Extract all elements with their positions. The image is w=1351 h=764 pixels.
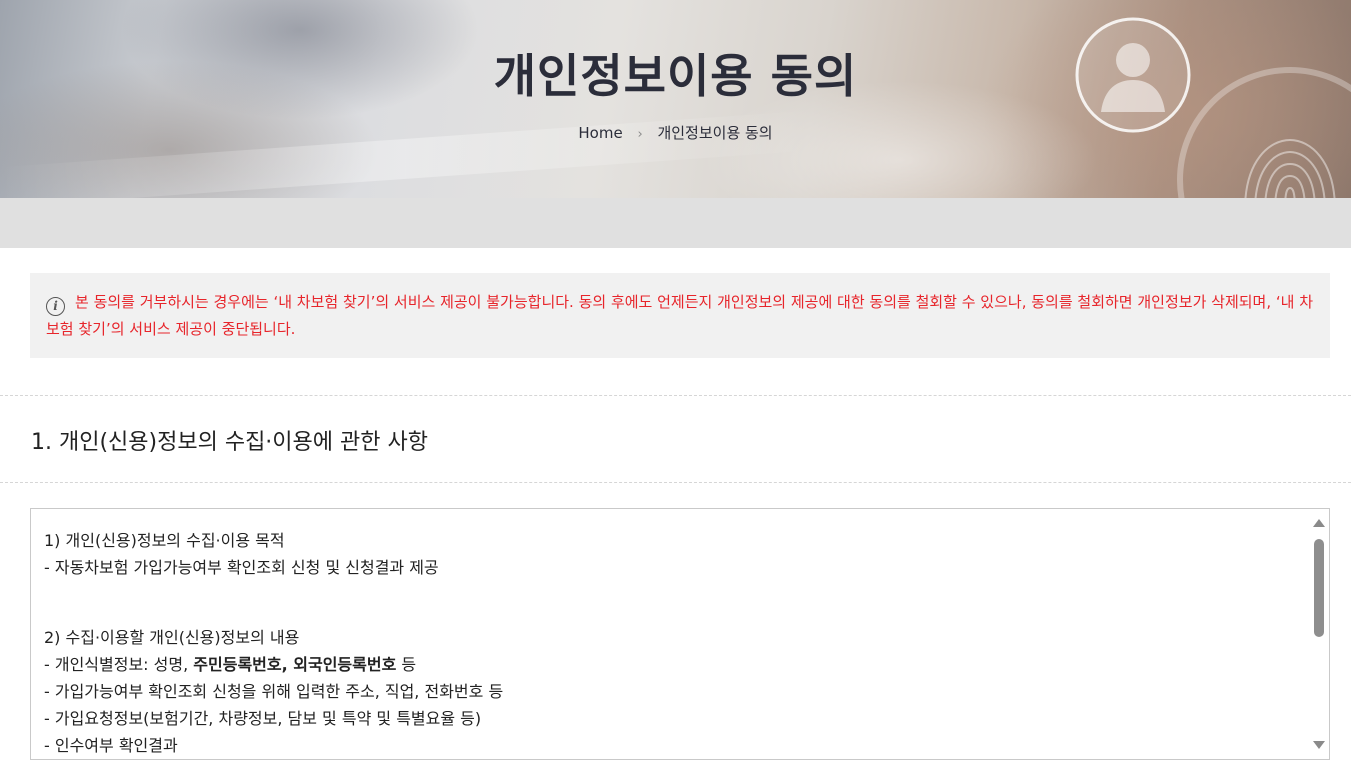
terms-item-text: - 개인식별정보: 성명, [44, 655, 194, 674]
sub-nav-bar [0, 198, 1351, 248]
terms-item-bold-text: 주민등록번호, 외국인등록번호 [193, 655, 397, 674]
scrollbar-thumb[interactable] [1314, 539, 1324, 637]
notice-box: i본 동의를 거부하시는 경우에는 ‘내 차보험 찾기’의 서비스 제공이 불가… [30, 273, 1330, 358]
terms-scroll-box[interactable]: 1) 개인(신용)정보의 수집·이용 목적 - 자동차보험 가입가능여부 확인조… [30, 508, 1330, 760]
terms-item: - 인수여부 확인결과 [44, 736, 178, 755]
terms-content: 1) 개인(신용)정보의 수집·이용 목적 - 자동차보험 가입가능여부 확인조… [44, 527, 1294, 759]
terms-heading: 2) 수집·이용할 개인(신용)정보의 내용 [44, 628, 300, 647]
terms-item-text: 등 [396, 655, 417, 674]
breadcrumb-home-link[interactable]: Home [578, 124, 622, 142]
breadcrumb: Home › 개인정보이용 동의 [0, 122, 1351, 143]
terms-item: - 자동차보험 가입가능여부 확인조회 신청 및 신청결과 제공 [44, 558, 439, 577]
divider [0, 395, 1351, 396]
page-title: 개인정보이용 동의 [493, 49, 858, 103]
scroll-down-arrow-icon[interactable] [1313, 741, 1325, 749]
info-icon: i [46, 297, 65, 316]
scrollbar[interactable] [1309, 509, 1329, 759]
section-title: 1. 개인(신용)정보의 수집·이용에 관한 사항 [31, 430, 428, 455]
chevron-right-icon: › [637, 127, 643, 142]
terms-item: - 개인식별정보: 성명, 주민등록번호, 외국인등록번호 등 [44, 651, 1294, 678]
breadcrumb-current: 개인정보이용 동의 [657, 124, 773, 142]
notice-text: 본 동의를 거부하시는 경우에는 ‘내 차보험 찾기’의 서비스 제공이 불가능… [46, 293, 1314, 338]
scroll-up-arrow-icon[interactable] [1313, 519, 1325, 527]
hero-banner: 개인정보이용 동의 Home › 개인정보이용 동의 [0, 0, 1351, 198]
terms-heading: 1) 개인(신용)정보의 수집·이용 목적 [44, 531, 285, 550]
divider [0, 482, 1351, 483]
terms-item: - 가입가능여부 확인조회 신청을 위해 입력한 주소, 직업, 전화번호 등 [44, 682, 504, 701]
terms-item: - 가입요청정보(보험기간, 차량정보, 담보 및 특약 및 특별요율 등) [44, 709, 482, 728]
